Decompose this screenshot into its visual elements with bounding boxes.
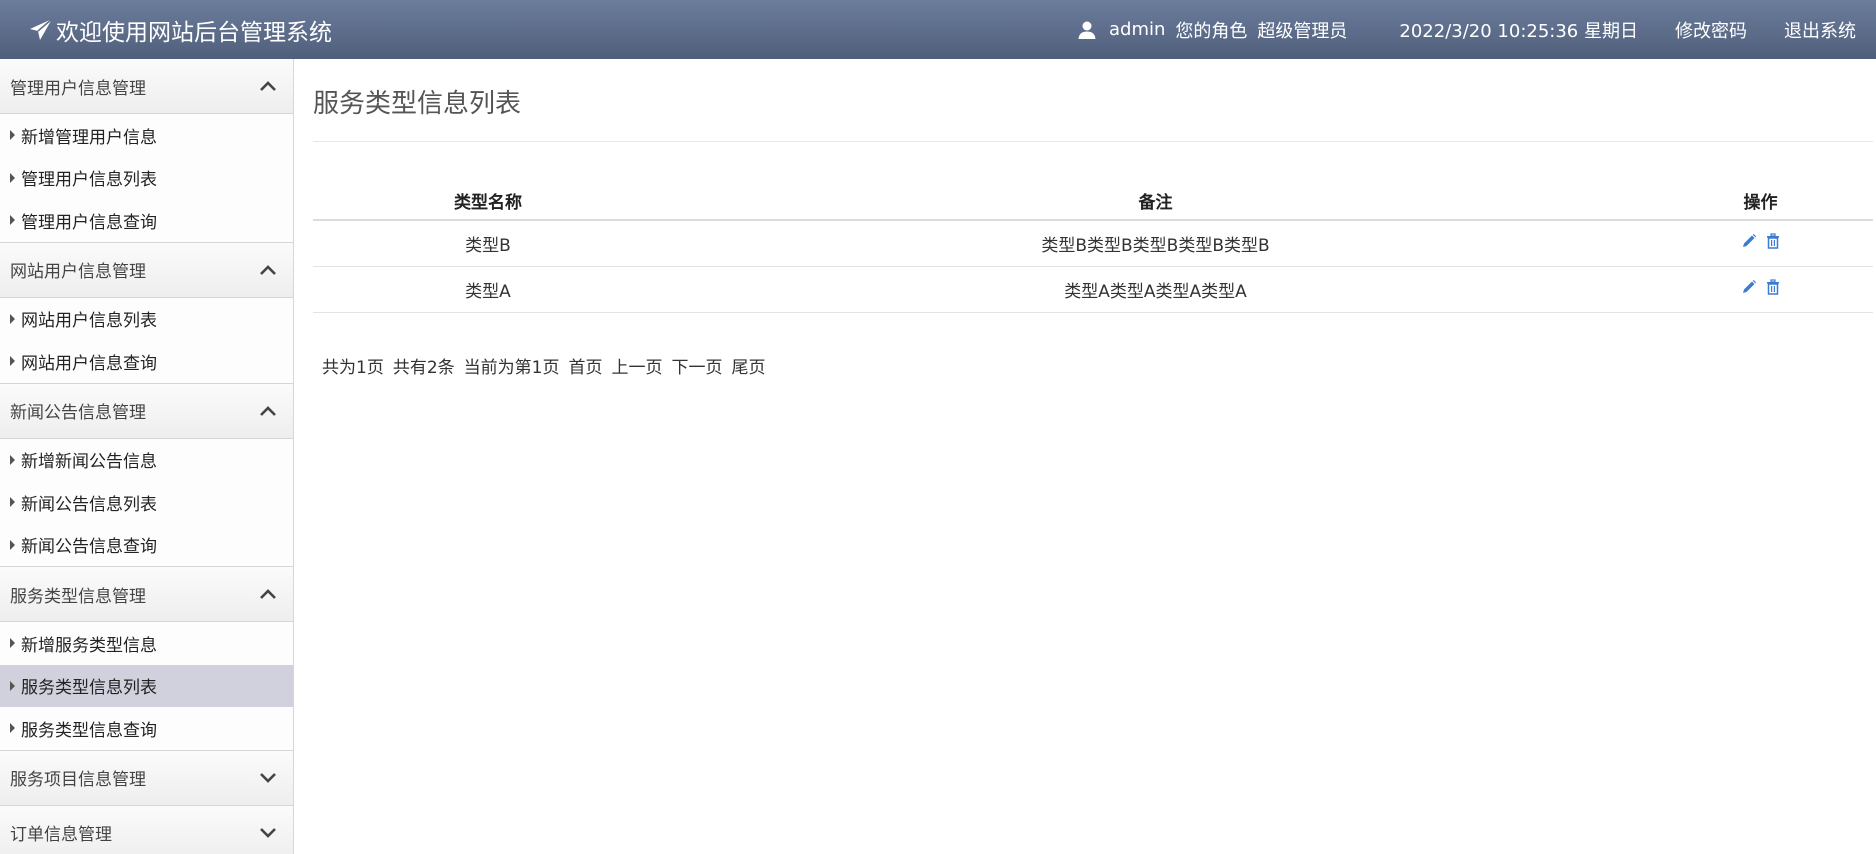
sidebar-group-items: 新增服务类型信息 服务类型信息列表 服务类型信息查询 xyxy=(0,622,293,751)
caret-right-icon xyxy=(10,130,15,141)
sidebar: 管理用户信息管理新增管理用户信息 管理用户信息列表 管理用户信息查询网站用户信息管理… xyxy=(0,59,294,854)
sidebar-group-header[interactable]: 网站用户信息管理 xyxy=(0,242,293,298)
cell-actions xyxy=(1648,266,1873,313)
sidebar-item[interactable]: 管理用户信息列表 xyxy=(0,156,293,199)
sidebar-group-header[interactable]: 新闻公告信息管理 xyxy=(0,383,293,439)
username: admin xyxy=(1109,19,1166,40)
sidebar-item-label: 服务类型信息列表 xyxy=(21,678,157,699)
role-label: 您的角色 xyxy=(1175,20,1248,42)
sidebar-item[interactable]: 服务类型信息列表 xyxy=(0,664,293,707)
sidebar-item[interactable]: 服务类型信息查询 xyxy=(0,707,293,750)
brand: 欢迎使用网站后台管理系统 xyxy=(28,13,332,47)
sidebar-group-title: 管理用户信息管理 xyxy=(10,78,146,99)
page-title: 服务类型信息列表 xyxy=(313,89,522,119)
cell-note: 类型B类型B类型B类型B类型B xyxy=(663,220,1648,267)
sidebar-group-title: 服务类型信息管理 xyxy=(10,586,146,607)
user-icon xyxy=(1078,21,1096,39)
table-row: 类型B 类型B类型B类型B类型B类型B xyxy=(313,220,1873,267)
caret-right-icon xyxy=(10,723,15,734)
caret-right-icon xyxy=(10,313,15,324)
chevron-down-icon xyxy=(260,772,276,783)
cell-actions xyxy=(1648,220,1873,267)
sidebar-group-items: 新增管理用户信息 管理用户信息列表 管理用户信息查询 xyxy=(0,114,293,243)
sidebar-item[interactable]: 新增新闻公告信息 xyxy=(0,438,293,481)
sidebar-item-label: 新闻公告信息查询 xyxy=(21,537,157,558)
pencil-icon[interactable] xyxy=(1741,233,1757,249)
sidebar-item[interactable]: 新闻公告信息查询 xyxy=(0,523,293,566)
caret-right-icon xyxy=(10,454,15,465)
app-title: 欢迎使用网站后台管理系统 xyxy=(56,19,332,46)
chevron-up-icon xyxy=(260,405,276,416)
sidebar-group-title: 网站用户信息管理 xyxy=(10,262,146,282)
sidebar-group-title: 服务项目信息管理 xyxy=(10,770,146,790)
sidebar-group-header[interactable]: 服务类型信息管理 xyxy=(0,567,293,622)
caret-right-icon xyxy=(10,638,15,649)
pager-first-link[interactable]: 首页 xyxy=(568,353,602,378)
header-right: admin 您的角色 超级管理员 2022/3/20 10:25:36 星期日 … xyxy=(1077,17,1856,43)
pager-total-items: 共有2条 xyxy=(392,357,455,378)
sidebar-item-label: 网站用户信息查询 xyxy=(21,353,157,374)
title-divider xyxy=(313,141,1873,142)
sidebar-item-label: 新增管理用户信息 xyxy=(21,127,157,148)
change-password-link[interactable]: 修改密码 xyxy=(1675,17,1747,43)
caret-right-icon xyxy=(10,356,15,367)
sidebar-group-items: 新增新闻公告信息 新闻公告信息列表 新闻公告信息查询 xyxy=(0,438,293,567)
header-type-name: 类型名称 xyxy=(313,182,663,221)
paper-plane-icon xyxy=(30,17,53,40)
caret-right-icon xyxy=(10,172,15,183)
cell-type-name: 类型A xyxy=(313,266,663,313)
header-note: 备注 xyxy=(663,182,1648,221)
sidebar-item[interactable]: 管理用户信息查询 xyxy=(0,199,293,242)
chevron-down-icon xyxy=(260,827,276,838)
sidebar-item-label: 管理用户信息列表 xyxy=(21,170,157,191)
sidebar-item[interactable]: 新闻公告信息列表 xyxy=(0,481,293,524)
chevron-up-icon xyxy=(260,81,276,91)
chevron-up-icon xyxy=(260,589,276,599)
pencil-icon[interactable] xyxy=(1741,279,1757,295)
pager-prev-link[interactable]: 上一页 xyxy=(611,353,662,378)
cell-note: 类型A类型A类型A类型A xyxy=(663,266,1648,313)
pager-last-link[interactable]: 尾页 xyxy=(731,353,765,378)
main-content: 服务类型信息列表 类型名称 备注 操作 类型B 类型B类型B类型B类型B类型B 类型… xyxy=(313,59,1873,378)
header-actions: 操作 xyxy=(1648,182,1873,221)
pager-next-link[interactable]: 下一页 xyxy=(671,353,722,378)
sidebar-item[interactable]: 新增管理用户信息 xyxy=(0,114,293,157)
caret-right-icon xyxy=(10,215,15,226)
table-header-row: 类型名称 备注 操作 xyxy=(313,182,1873,221)
action-group xyxy=(1741,278,1781,295)
datetime: 2022/3/20 10:25:36 星期日 xyxy=(1399,20,1638,42)
sidebar-item-label: 新增新闻公告信息 xyxy=(21,452,157,473)
sidebar-item-label: 管理用户信息查询 xyxy=(21,212,157,233)
trash-icon[interactable] xyxy=(1765,233,1781,249)
sidebar-item-label: 服务类型信息查询 xyxy=(21,720,157,741)
action-group xyxy=(1741,233,1781,249)
sidebar-item[interactable]: 网站用户信息列表 xyxy=(0,297,293,340)
sidebar-group-header[interactable]: 订单信息管理 xyxy=(0,805,293,854)
role-value: 超级管理员 xyxy=(1257,20,1348,42)
sidebar-item-label: 新增服务类型信息 xyxy=(21,635,157,656)
table-row: 类型A 类型A类型A类型A类型A xyxy=(313,266,1873,313)
service-type-table: 类型名称 备注 操作 类型B 类型B类型B类型B类型B类型B 类型A 类型A类型A类型… xyxy=(313,182,1873,313)
sidebar-group-title: 新闻公告信息管理 xyxy=(10,403,146,423)
pagination: 共为1页 共有2条 当前为第1页 首页 上一页 下一页 尾页 xyxy=(322,353,1873,378)
chevron-up-icon xyxy=(260,264,276,275)
pager-current: 当前为第1页 xyxy=(463,357,560,378)
cell-type-name: 类型B xyxy=(313,220,663,267)
sidebar-group-title: 订单信息管理 xyxy=(10,825,112,845)
caret-right-icon xyxy=(10,680,15,691)
pager-total-pages: 共为1页 xyxy=(322,357,384,378)
top-header: 欢迎使用网站后台管理系统 admin 您的角色 超级管理员 2022/3/20 … xyxy=(0,0,1876,59)
sidebar-item[interactable]: 网站用户信息查询 xyxy=(0,340,293,383)
sidebar-group-header[interactable]: 服务项目信息管理 xyxy=(0,750,293,806)
logout-link[interactable]: 退出系统 xyxy=(1784,17,1856,43)
sidebar-group-items: 网站用户信息列表 网站用户信息查询 xyxy=(0,297,293,384)
sidebar-item-label: 新闻公告信息列表 xyxy=(21,494,157,515)
sidebar-item-label: 网站用户信息列表 xyxy=(21,311,157,332)
caret-right-icon xyxy=(10,497,15,508)
sidebar-item[interactable]: 新增服务类型信息 xyxy=(0,622,293,665)
trash-icon[interactable] xyxy=(1765,278,1781,295)
sidebar-group-header[interactable]: 管理用户信息管理 xyxy=(0,59,293,114)
caret-right-icon xyxy=(10,539,15,550)
